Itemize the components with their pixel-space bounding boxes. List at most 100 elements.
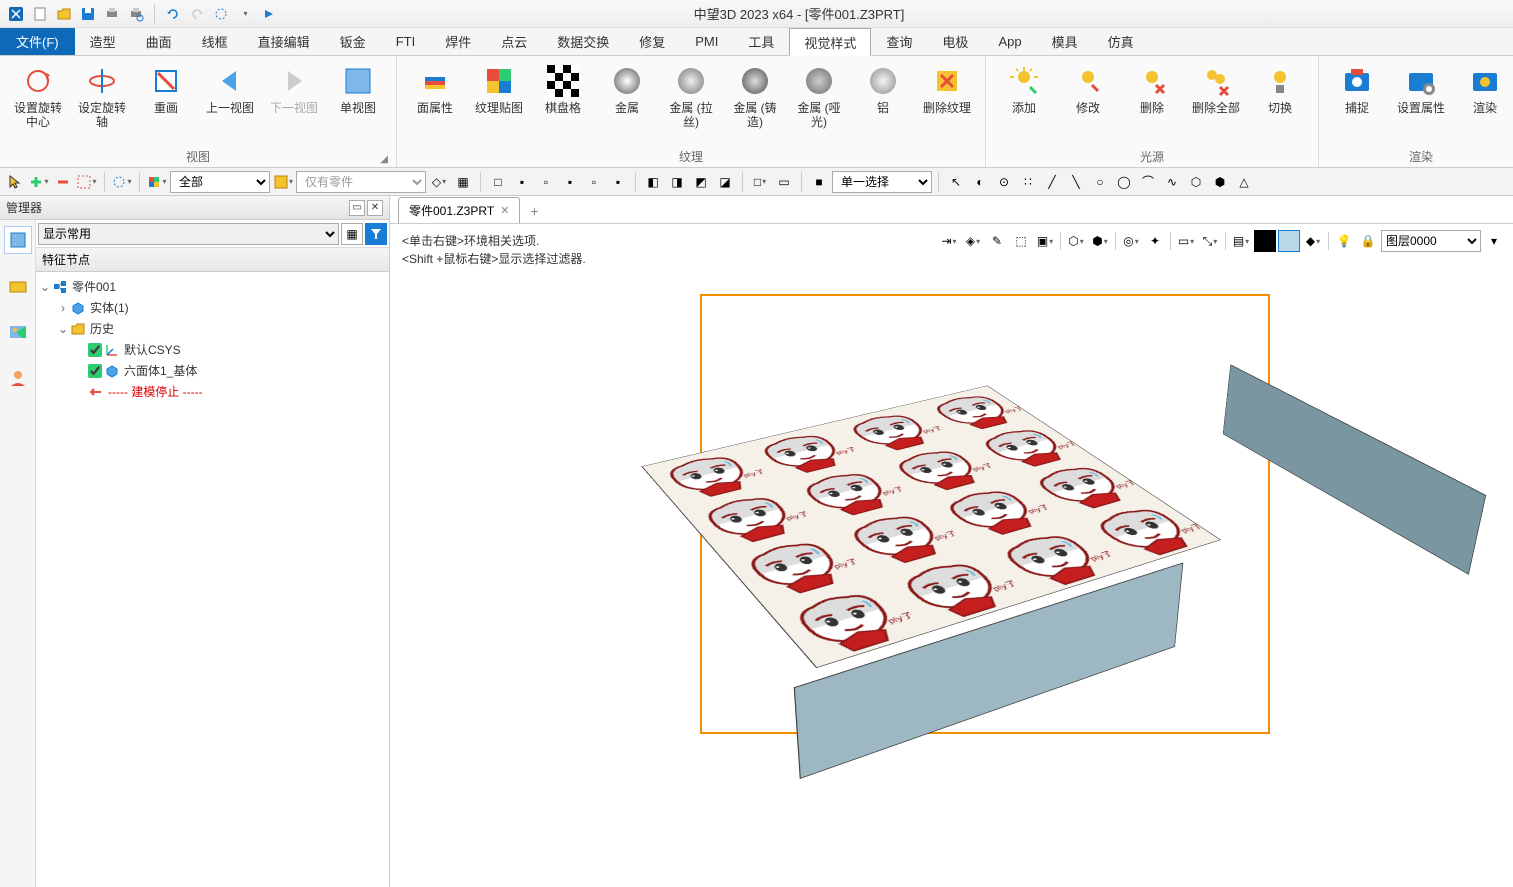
fullscreen-icon[interactable] — [211, 4, 231, 24]
open-icon[interactable] — [54, 4, 74, 24]
tab-app[interactable]: App — [983, 28, 1036, 55]
filter-all-select[interactable]: 全部 — [170, 171, 270, 193]
vt-cubes-icon[interactable]: ▣ — [1034, 230, 1056, 252]
hex-checkbox[interactable] — [88, 364, 102, 378]
cursor-mode-icon[interactable] — [4, 171, 26, 193]
vt-insert-icon[interactable]: ⇥ — [938, 230, 960, 252]
metal-button[interactable]: 金属 — [597, 60, 657, 146]
render-button[interactable]: 渲染 — [1455, 60, 1513, 146]
file-menu[interactable]: 文件(F) — [0, 28, 75, 55]
tb-icon-3[interactable]: □ — [487, 171, 509, 193]
add-icon[interactable] — [28, 171, 50, 193]
tab-weldment[interactable]: 焊件 — [430, 28, 486, 55]
play-icon[interactable] — [259, 4, 279, 24]
tb-geo-4[interactable]: ╱ — [1041, 171, 1063, 193]
delete-texture-button[interactable]: 删除纹理 — [917, 60, 977, 146]
tb-geo-7[interactable]: ◯ — [1113, 171, 1135, 193]
sidebar-image-icon[interactable] — [4, 318, 32, 346]
tab-pointcloud[interactable]: 点云 — [486, 28, 542, 55]
vt-edit-icon[interactable]: ✎ — [986, 230, 1008, 252]
tab-exchange[interactable]: 数据交换 — [542, 28, 624, 55]
new-icon[interactable] — [30, 4, 50, 24]
tb-icon-10[interactable]: ◨ — [666, 171, 688, 193]
tab-direct-edit[interactable]: 直接编辑 — [243, 28, 325, 55]
single-view-button[interactable]: 单视图 — [328, 60, 388, 146]
tb-geo-1[interactable]: ◐ — [969, 171, 991, 193]
layer-select[interactable]: 图层0000 — [1381, 230, 1481, 252]
tb-icon-13[interactable]: □ — [749, 171, 771, 193]
save-icon[interactable] — [78, 4, 98, 24]
tab-fti[interactable]: FTI — [381, 28, 431, 55]
doc-tab[interactable]: 零件001.Z3PRT✕ — [398, 197, 520, 223]
tb-icon-5[interactable]: ▫ — [535, 171, 557, 193]
vt-color-blue-icon[interactable] — [1278, 230, 1300, 252]
tb-icon-12[interactable]: ◪ — [714, 171, 736, 193]
part-filter-icon[interactable] — [272, 171, 294, 193]
checker-button[interactable]: 棋盘格 — [533, 60, 593, 146]
tb-icon-4[interactable]: ▪ — [511, 171, 533, 193]
tree-history[interactable]: ⌄历史 — [38, 318, 387, 339]
remove-icon[interactable] — [52, 171, 74, 193]
layer-dd-icon[interactable]: ▾ — [1483, 230, 1505, 252]
tb-icon-9[interactable]: ◧ — [642, 171, 664, 193]
tab-visualstyle[interactable]: 视觉样式 — [789, 28, 871, 56]
vt-shade-icon[interactable]: ⬢ — [1089, 230, 1111, 252]
select-mode-select[interactable]: 单一选择 — [832, 171, 932, 193]
layer-lock-icon[interactable]: 🔒 — [1357, 230, 1379, 252]
tb-geo-3[interactable]: ∷ — [1017, 171, 1039, 193]
tb-icon-8[interactable]: ▪ — [607, 171, 629, 193]
grid-icon[interactable] — [76, 171, 98, 193]
qat-dropdown-icon[interactable] — [235, 4, 255, 24]
tb-geo-6[interactable]: ○ — [1089, 171, 1111, 193]
tb-geo-5[interactable]: ╲ — [1065, 171, 1087, 193]
vt-plane-icon[interactable]: ▭ — [1175, 230, 1197, 252]
tree-filter-icon[interactable] — [365, 223, 387, 245]
layer-bulb-icon[interactable]: 💡 — [1333, 230, 1355, 252]
face-attr-button[interactable]: 面属性 — [405, 60, 465, 146]
tab-modeling[interactable]: 造型 — [75, 28, 131, 55]
vt-cube-icon[interactable]: ⬚ — [1010, 230, 1032, 252]
cursor-icon[interactable]: ↖ — [945, 171, 967, 193]
tb-icon-15[interactable]: ■ — [808, 171, 830, 193]
tab-mold[interactable]: 模具 — [1037, 28, 1093, 55]
sidebar-feature-icon[interactable] — [4, 226, 32, 254]
print-icon[interactable] — [102, 4, 122, 24]
vt-target-icon[interactable]: ◎ — [1120, 230, 1142, 252]
tree-csys[interactable]: 默认CSYS — [38, 339, 387, 360]
sidebar-part-icon[interactable] — [4, 272, 32, 300]
vt-color-black-icon[interactable] — [1254, 230, 1276, 252]
vt-wire-icon[interactable]: ⬡ — [1065, 230, 1087, 252]
tab-tools[interactable]: 工具 — [733, 28, 789, 55]
sidebar-user-icon[interactable] — [4, 364, 32, 392]
undo-icon[interactable] — [163, 4, 183, 24]
metal-cast-button[interactable]: 金属 (铸造) — [725, 60, 785, 146]
set-rotate-center-button[interactable]: 设置旋转中心 — [8, 60, 68, 146]
metal-matte-button[interactable]: 金属 (哑光) — [789, 60, 849, 146]
tb-icon-2[interactable]: ▦ — [452, 171, 474, 193]
tab-wireframe[interactable]: 线框 — [187, 28, 243, 55]
texture-map-button[interactable]: 纹理贴图 — [469, 60, 529, 146]
tb-icon-1[interactable]: ◇ — [428, 171, 450, 193]
metal-wire-button[interactable]: 金属 (拉丝) — [661, 60, 721, 146]
set-rotate-axis-button[interactable]: 设定旋转轴 — [72, 60, 132, 146]
part-filter-select[interactable]: 仅有零件 — [296, 171, 426, 193]
tb-icon-7[interactable]: ▫ — [583, 171, 605, 193]
panel-float-icon[interactable]: ▭ — [349, 200, 365, 216]
aluminum-button[interactable]: 铝 — [853, 60, 913, 146]
render-attr-button[interactable]: 设置属性 — [1391, 60, 1451, 146]
vt-origin-icon[interactable]: ✦ — [1144, 230, 1166, 252]
light-add-button[interactable]: 添加 — [994, 60, 1054, 146]
tab-electrode[interactable]: 电极 — [927, 28, 983, 55]
tb-geo-10[interactable]: ⬡ — [1185, 171, 1207, 193]
tb-icon-6[interactable]: ▪ — [559, 171, 581, 193]
vt-section-icon[interactable]: ▤ — [1230, 230, 1252, 252]
light-switch-button[interactable]: 切换 — [1250, 60, 1310, 146]
tb-geo-8[interactable]: ⌒ — [1137, 171, 1159, 193]
light-modify-button[interactable]: 修改 — [1058, 60, 1118, 146]
tree-solid[interactable]: ›实体(1) — [38, 297, 387, 318]
csys-checkbox[interactable] — [88, 343, 102, 357]
light-delete-button[interactable]: 删除 — [1122, 60, 1182, 146]
view-launcher-icon[interactable]: ◢ — [380, 154, 388, 165]
tb-geo-2[interactable]: ⊙ — [993, 171, 1015, 193]
repaint-button[interactable]: 重画 — [136, 60, 196, 146]
